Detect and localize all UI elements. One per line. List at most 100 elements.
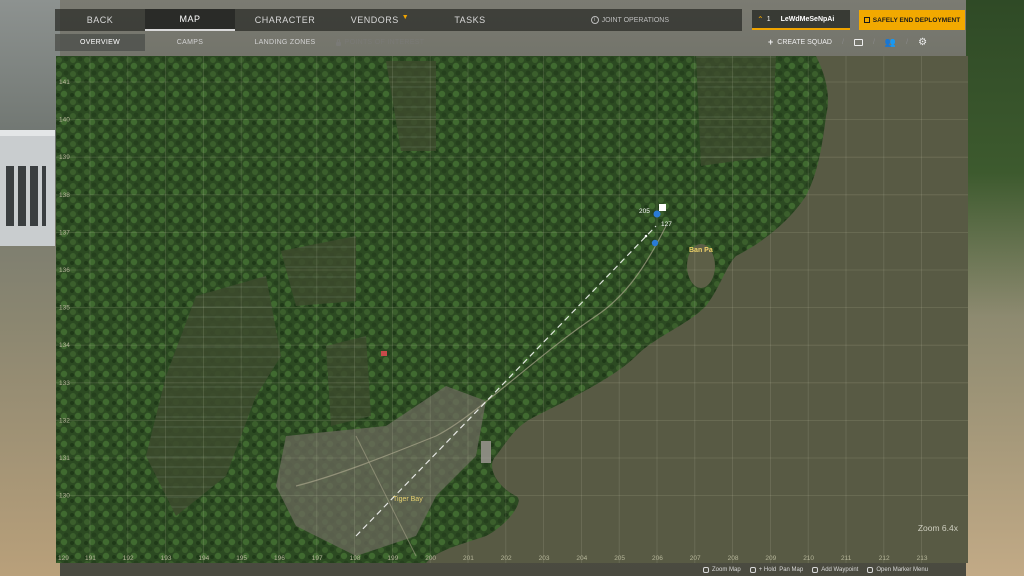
y-tick-label: 139 <box>59 154 70 161</box>
control-hints: Zoom Map + Hold Pan Map Add Waypoint Open… <box>703 564 973 576</box>
y-tick-label: 137 <box>59 229 70 236</box>
subtab-landing-zones[interactable]: LANDING ZONES <box>235 34 335 51</box>
y-tick-label: 130 <box>59 493 70 500</box>
x-tick-label: 211 <box>841 555 852 562</box>
flag-icon[interactable] <box>381 351 387 356</box>
background-scene-left <box>0 0 60 576</box>
place-label-tiger-bay: Tiger Bay <box>393 496 423 503</box>
sub-nav: OVERVIEW CAMPS LANDING ZONES POINTS OF I… <box>55 34 742 51</box>
marker-label: 127 <box>661 221 672 228</box>
x-tick-label: 204 <box>576 555 587 562</box>
tab-map[interactable]: MAP <box>145 9 235 31</box>
x-tick-label: 210 <box>803 555 814 562</box>
hint-open-marker-menu: Open Marker Menu <box>867 567 928 573</box>
x-tick-label: 208 <box>728 555 739 562</box>
subtab-poi-label: POINTS OF INTEREST <box>344 39 425 46</box>
x-tick-label: 201 <box>463 555 474 562</box>
divider: / <box>906 38 909 46</box>
hint-zoom-map: Zoom Map <box>703 567 741 573</box>
tactical-map[interactable]: 191 192 193 194 195 196 197 198 199 200 201 202 203 2… <box>56 56 968 563</box>
create-squad-button[interactable]: + CREATE SQUAD <box>768 37 832 47</box>
player-name: LeWdMeSeNpAi <box>780 15 835 23</box>
joint-operations-label: JOINT OPERATIONS <box>601 16 669 24</box>
player-rank-number: 1 <box>766 15 771 23</box>
mouse-wheel-icon <box>703 567 709 573</box>
subtab-camps[interactable]: CAMPS <box>145 34 235 51</box>
player-card[interactable]: ⌃ 1 LeWdMeSeNpAi <box>752 10 850 30</box>
vendors-notification-icon: ▼ <box>401 13 410 21</box>
mouse-button-icon <box>749 567 756 573</box>
safely-end-deployment-button[interactable]: SAFELY END DEPLOYMENT <box>859 10 965 30</box>
waypoint-icon[interactable] <box>644 234 648 238</box>
map-canvas[interactable]: 191 192 193 194 195 196 197 198 199 200 201 202 203 2… <box>56 56 968 563</box>
pier <box>481 441 491 463</box>
tab-vendors-label: VENDORS <box>350 15 399 25</box>
place-label-ban-pa: Ban Pa <box>689 247 713 254</box>
x-tick-label: 207 <box>690 555 701 562</box>
x-tick-label: 213 <box>917 555 928 562</box>
y-tick-label: 135 <box>59 305 70 312</box>
x-tick-label: 199 <box>387 555 398 562</box>
hint-label: Add Waypoint <box>821 567 859 573</box>
x-tick-label: 196 <box>274 555 285 562</box>
rank-icon: ⌃ <box>757 14 764 24</box>
x-tick-label: 193 <box>161 555 172 562</box>
x-tick-label: 194 <box>198 555 209 562</box>
joint-operations[interactable]: i JOINT OPERATIONS <box>590 9 669 31</box>
chat-icon[interactable] <box>853 38 863 46</box>
tab-character-label: CHARACTER <box>254 15 316 25</box>
x-tick-label: 192 <box>123 555 134 562</box>
background-building <box>0 130 55 246</box>
tab-back[interactable]: BACK <box>55 9 145 31</box>
info-icon: i <box>590 16 599 24</box>
hint-hold: + Hold <box>758 567 777 573</box>
background-scene-right <box>966 0 1024 576</box>
y-tick-label: 141 <box>59 79 70 86</box>
tab-back-label: BACK <box>86 15 114 25</box>
x-tick-label: 129 <box>58 555 69 562</box>
subtab-overview-label: OVERVIEW <box>79 39 120 46</box>
zoom-level: Zoom 6.4x <box>917 523 958 533</box>
mouse-button-icon <box>867 567 874 573</box>
x-tick-label: 191 <box>85 555 96 562</box>
x-tick-label: 209 <box>765 555 776 562</box>
y-tick-label: 136 <box>59 267 70 274</box>
y-tick-label: 134 <box>59 342 70 349</box>
hint-add-waypoint: Add Waypoint <box>812 567 858 573</box>
subtab-overview[interactable]: OVERVIEW <box>55 34 145 51</box>
x-tick-label: 206 <box>652 555 663 562</box>
y-tick-label: 138 <box>59 192 70 199</box>
fields <box>696 56 776 166</box>
tab-map-label: MAP <box>179 14 201 24</box>
y-tick-label: 132 <box>59 417 70 424</box>
x-tick-label: 198 <box>350 555 361 562</box>
x-tick-label: 205 <box>614 555 625 562</box>
lock-icon <box>335 38 341 46</box>
mouse-button-icon <box>812 567 819 573</box>
subtab-points-of-interest[interactable]: POINTS OF INTEREST <box>335 34 425 51</box>
exit-icon <box>863 17 870 23</box>
x-tick-label: 212 <box>879 555 890 562</box>
marker-label: 205 <box>639 208 650 215</box>
subtab-landing-zones-label: LANDING ZONES <box>254 39 316 46</box>
divider: / <box>841 38 844 46</box>
top-nav: BACK MAP CHARACTER VENDORS ▼ TASKS i JOINT… <box>55 9 742 31</box>
plus-icon: + <box>768 37 774 47</box>
tab-character[interactable]: CHARACTER <box>235 9 335 31</box>
y-tick-label: 133 <box>59 380 70 387</box>
hint-label: Open Marker Menu <box>876 567 929 573</box>
tab-tasks-label: TASKS <box>454 15 486 25</box>
gear-icon[interactable]: ⚙ <box>918 37 927 48</box>
end-deployment-label: SAFELY END DEPLOYMENT <box>872 16 961 24</box>
x-tick-label: 197 <box>312 555 323 562</box>
friends-icon[interactable]: 👥 <box>885 37 896 48</box>
x-tick-label: 200 <box>425 555 436 562</box>
x-tick-label: 195 <box>236 555 247 562</box>
tab-tasks[interactable]: TASKS <box>425 9 515 31</box>
tab-vendors[interactable]: VENDORS ▼ <box>335 9 425 31</box>
waypoint-icon[interactable] <box>651 239 659 247</box>
y-tick-label: 140 <box>59 117 70 124</box>
x-tick-label: 202 <box>501 555 512 562</box>
hint-pan-map: + Hold Pan Map <box>749 567 803 573</box>
subtab-camps-label: CAMPS <box>176 39 204 46</box>
